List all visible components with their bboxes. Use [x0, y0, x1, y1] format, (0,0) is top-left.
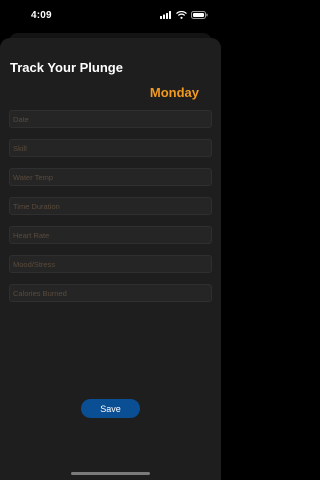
- battery-icon: [191, 11, 208, 19]
- date-field-placeholder: Date: [13, 114, 29, 124]
- water-temp-field[interactable]: Water Temp: [9, 168, 212, 186]
- skill-field[interactable]: Skill: [9, 139, 212, 157]
- status-bar: 4:09: [0, 0, 221, 32]
- status-icons: [160, 11, 208, 19]
- time-duration-field-placeholder: Time Duration: [13, 201, 60, 211]
- sheet-title: Track Your Plunge: [10, 60, 123, 75]
- date-field[interactable]: Date: [9, 110, 212, 128]
- status-time: 4:09: [31, 10, 52, 21]
- heart-rate-field-placeholder: Heart Rate: [13, 230, 50, 240]
- time-duration-field[interactable]: Time Duration: [9, 197, 212, 215]
- mood-stress-field-placeholder: Mood/Stress: [13, 259, 56, 269]
- day-label: Monday: [149, 85, 199, 100]
- calories-burned-field-placeholder: Calories Burned: [13, 288, 67, 298]
- home-indicator: [71, 472, 150, 475]
- calories-burned-field[interactable]: Calories Burned: [9, 284, 212, 302]
- heart-rate-field[interactable]: Heart Rate: [9, 226, 212, 244]
- wifi-icon: [176, 11, 187, 19]
- save-button[interactable]: Save: [81, 399, 140, 418]
- signal-icon: [160, 11, 171, 19]
- water-temp-field-placeholder: Water Temp: [13, 172, 54, 182]
- skill-field-placeholder: Skill: [13, 143, 27, 153]
- mood-stress-field[interactable]: Mood/Stress: [9, 255, 212, 273]
